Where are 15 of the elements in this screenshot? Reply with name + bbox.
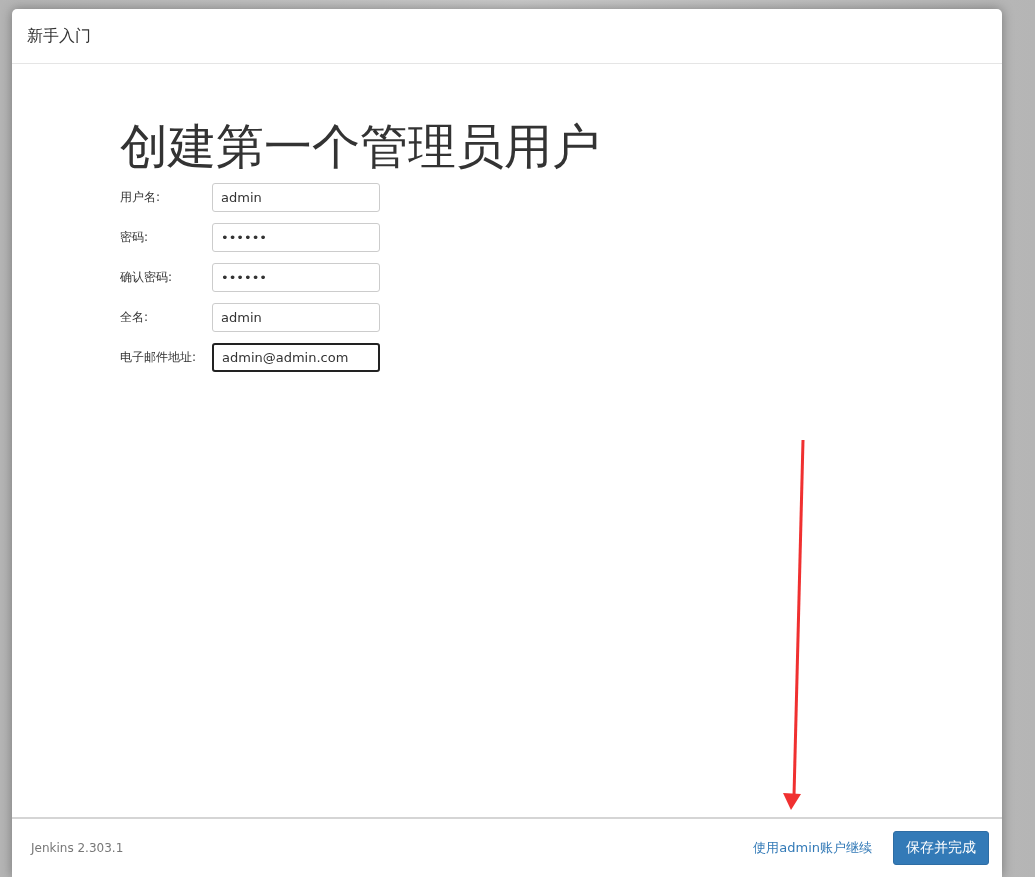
- input-field[interactable]: admin@admin.com: [212, 342, 380, 372]
- version-text: Jenkins 2.303.1: [31, 841, 125, 855]
- dialog-title: 新手入门: [27, 25, 91, 47]
- input-field[interactable]: ••••••: [212, 262, 380, 292]
- field-label: 确认密码:: [120, 268, 174, 286]
- field-label: 密码:: [120, 228, 150, 246]
- save-button[interactable]: 保存并完成: [893, 831, 989, 865]
- input-field[interactable]: admin: [212, 182, 380, 212]
- input-field[interactable]: ••••••: [212, 222, 380, 252]
- continue-link[interactable]: 使用admin账户继续: [753, 839, 872, 857]
- page-heading: 创建第一个管理员用户: [120, 117, 601, 176]
- input-field[interactable]: admin: [212, 302, 380, 332]
- field-label: 电子邮件地址:: [120, 348, 198, 366]
- field-label: 用户名:: [120, 188, 162, 206]
- field-label: 全名:: [120, 308, 150, 326]
